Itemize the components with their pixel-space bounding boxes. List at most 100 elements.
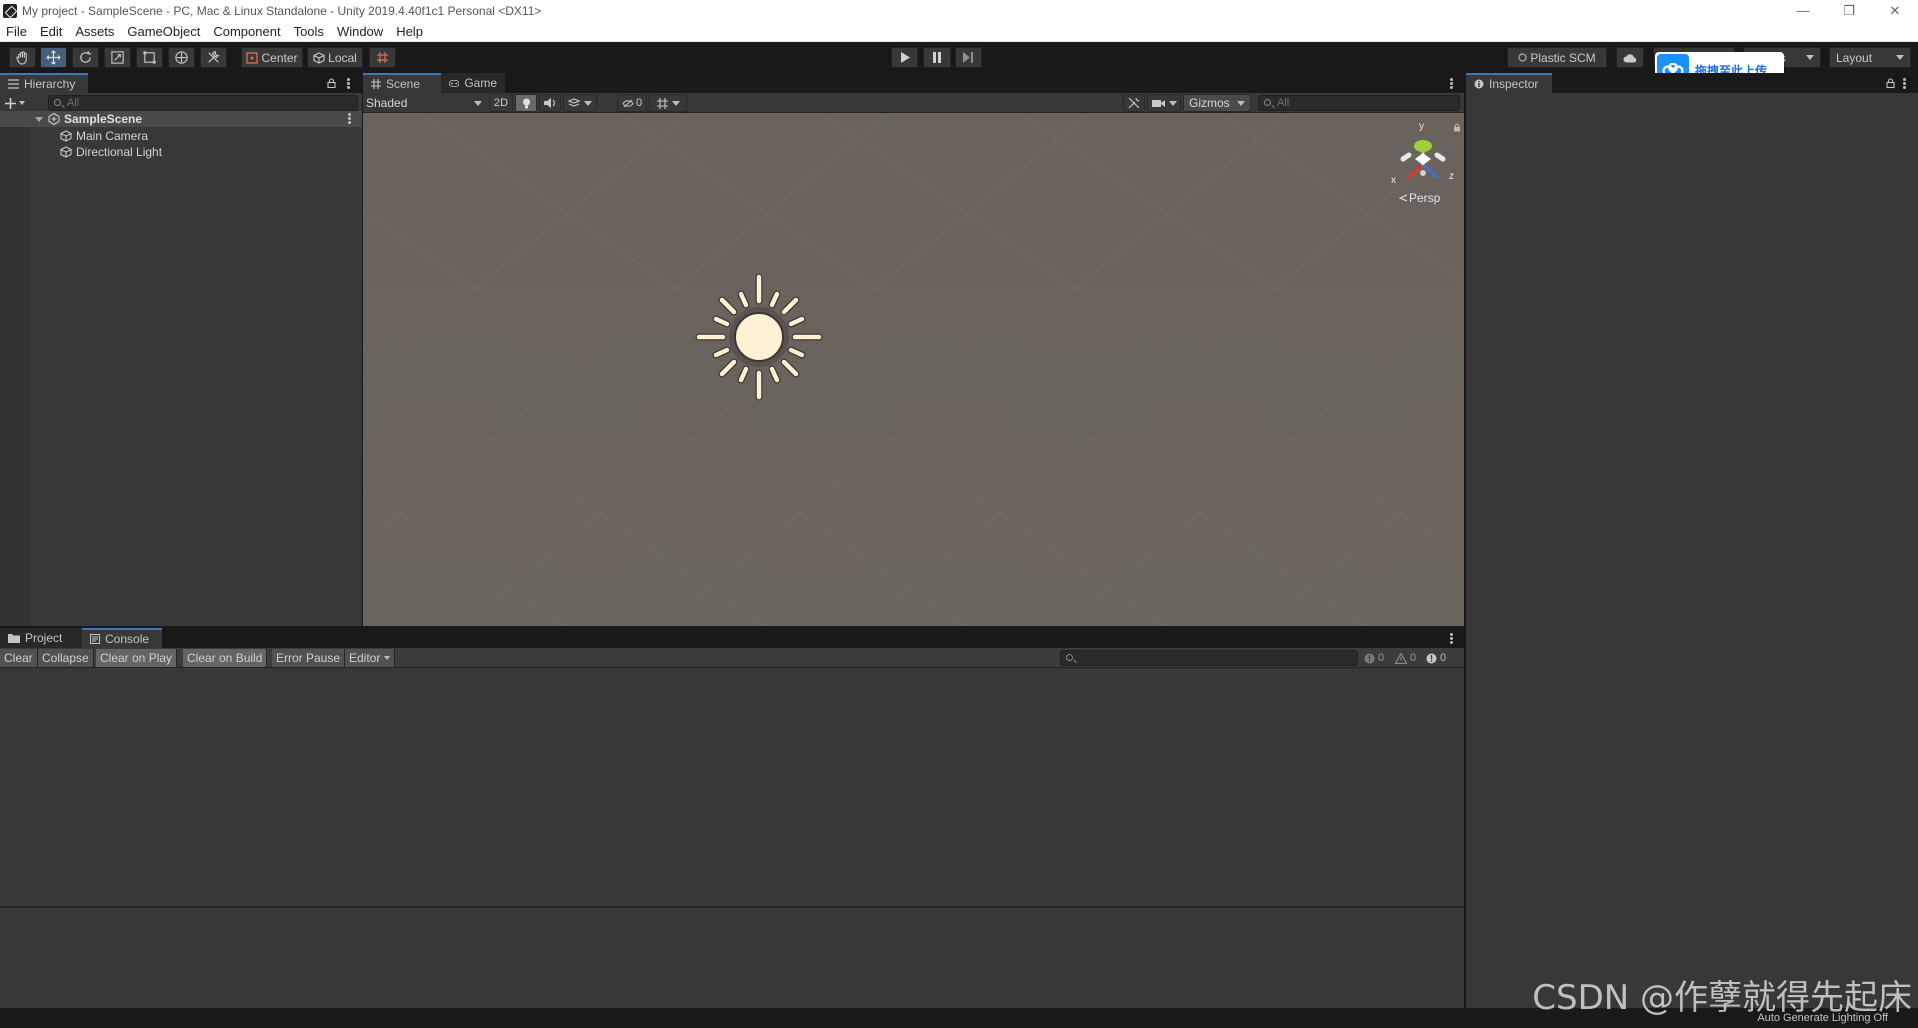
orientation-gizmo[interactable]: y x z Persp [1385,121,1461,207]
menu-file[interactable]: File [6,24,27,39]
menu-component[interactable]: Component [213,24,280,39]
pivot-local-button[interactable]: Local [307,47,363,68]
tab-console[interactable]: Console [82,628,162,648]
close-button[interactable]: ✕ [1872,0,1918,21]
2d-toggle-button[interactable]: 2D [489,94,513,112]
hierarchy-item-main-camera[interactable]: Main Camera [0,128,148,144]
scale-icon [111,51,124,64]
move-tool-button[interactable] [40,47,67,68]
tab-project[interactable]: Project [0,628,82,648]
console-log-area[interactable] [0,668,1464,908]
cloud-button[interactable] [1616,47,1644,68]
search-icon [54,99,61,106]
speaker-icon [544,98,555,108]
projection-toggle[interactable]: Persp [1399,191,1440,205]
clear-on-play-button[interactable]: Clear on Play [96,649,178,667]
editor-target-label: Editor [349,651,381,665]
scene-menu-icon[interactable] [348,113,351,124]
gizmos-label: Gizmos [1189,96,1230,110]
restore-button[interactable]: ❐ [1826,0,1872,21]
chevron-down-icon [1168,100,1177,106]
scene-tools-button[interactable] [1123,94,1145,112]
info-count-toggle[interactable]: 0 [1364,649,1392,667]
play-button[interactable] [891,47,918,68]
menu-edit[interactable]: Edit [40,24,62,39]
camera-settings-dropdown[interactable] [1147,94,1181,112]
lightbulb-icon [522,98,530,108]
lock-icon[interactable] [327,78,336,88]
lighting-toggle-button[interactable] [515,94,537,112]
console-menu-icon[interactable] [1450,633,1453,644]
vertical-splitter-right[interactable] [1464,73,1466,1008]
hierarchy-item-directional-light[interactable]: Directional Light [0,144,162,160]
effects-dropdown[interactable] [563,94,597,112]
hierarchy-search-input[interactable]: All [48,95,358,111]
scene-panel-menu-icon[interactable] [1450,78,1453,89]
step-button[interactable] [955,47,982,68]
rect-icon [143,51,156,64]
warning-count: 0 [1410,652,1417,664]
shading-mode-dropdown[interactable]: Shaded [366,95,486,111]
scene-visibility-toggle[interactable]: 0 [617,94,647,112]
error-pause-button[interactable]: Error Pause [272,649,346,667]
rect-tool-button[interactable] [136,47,163,68]
layout-dropdown[interactable]: Layout [1829,47,1911,68]
create-button[interactable] [5,95,31,111]
transform-tool-button[interactable] [168,47,195,68]
scene-search-input[interactable]: All [1258,95,1460,111]
scene-tab-label: Scene [386,77,421,91]
gizmos-dropdown[interactable]: Gizmos [1183,94,1251,112]
horizontal-splitter[interactable] [0,626,1464,628]
tab-inspector[interactable]: Inspector [1466,73,1552,93]
minimize-button[interactable]: — [1780,0,1826,21]
pivot-center-button[interactable]: Center [241,47,303,68]
inspector-tabstrip: Inspector [1466,73,1918,93]
console-detail-area[interactable] [0,908,1464,1008]
scale-tool-button[interactable] [104,47,131,68]
gizmo-lock-icon[interactable] [1453,123,1461,132]
editor-target-dropdown[interactable]: Editor [345,649,396,667]
layout-label: Layout [1836,50,1873,65]
inspector-tab-label: Inspector [1489,77,1539,91]
hand-icon [16,51,27,65]
hand-tool-button[interactable] [9,47,36,68]
2d-label: 2D [493,97,509,109]
pause-button[interactable] [923,47,951,68]
search-icon [1264,99,1271,106]
error-count-toggle[interactable]: 0 [1426,649,1456,667]
projection-label: Persp [1409,191,1441,205]
clear-button[interactable]: Clear [0,649,38,667]
tab-hierarchy[interactable]: Hierarchy [0,73,88,93]
custom-tool-button[interactable] [200,47,227,68]
hierarchy-menu-icon[interactable] [347,78,350,89]
menu-tools[interactable]: Tools [294,24,324,39]
plastic-scm-button[interactable]: Plastic SCM [1507,47,1607,68]
clear-on-build-button[interactable]: Clear on Build [183,649,268,667]
list-icon [8,79,19,89]
vertical-splitter-left[interactable] [362,73,363,626]
directional-light-sun-icon[interactable] [693,271,825,403]
cube-icon [313,51,325,64]
lock-icon[interactable] [1886,78,1895,88]
collapse-button[interactable]: Collapse [38,649,94,667]
warning-count-toggle[interactable]: 0 [1395,649,1423,667]
tab-game[interactable]: Game [441,73,505,93]
grid-snap-button[interactable] [369,47,396,68]
console-search-input[interactable] [1060,650,1358,666]
audio-toggle-button[interactable] [539,94,561,112]
rotate-tool-button[interactable] [72,47,99,68]
tab-scene[interactable]: Scene [363,73,441,93]
menu-assets[interactable]: Assets [75,24,114,39]
hierarchy-search-placeholder: All [67,97,80,109]
grid-dropdown[interactable] [649,94,687,112]
menu-window[interactable]: Window [337,24,383,39]
console-icon [90,634,100,644]
scene-row[interactable]: SampleScene [0,111,362,127]
expand-arrow-icon[interactable] [35,116,43,122]
scene-viewport[interactable]: y x z Persp [363,113,1464,626]
inspector-menu-icon[interactable] [1903,78,1906,89]
hierarchy-toolbar: All [0,93,362,113]
menu-help[interactable]: Help [396,24,423,39]
menu-gameobject[interactable]: GameObject [127,24,200,39]
csdn-watermark: CSDN @作孽就得先起床 [1532,978,1912,1018]
